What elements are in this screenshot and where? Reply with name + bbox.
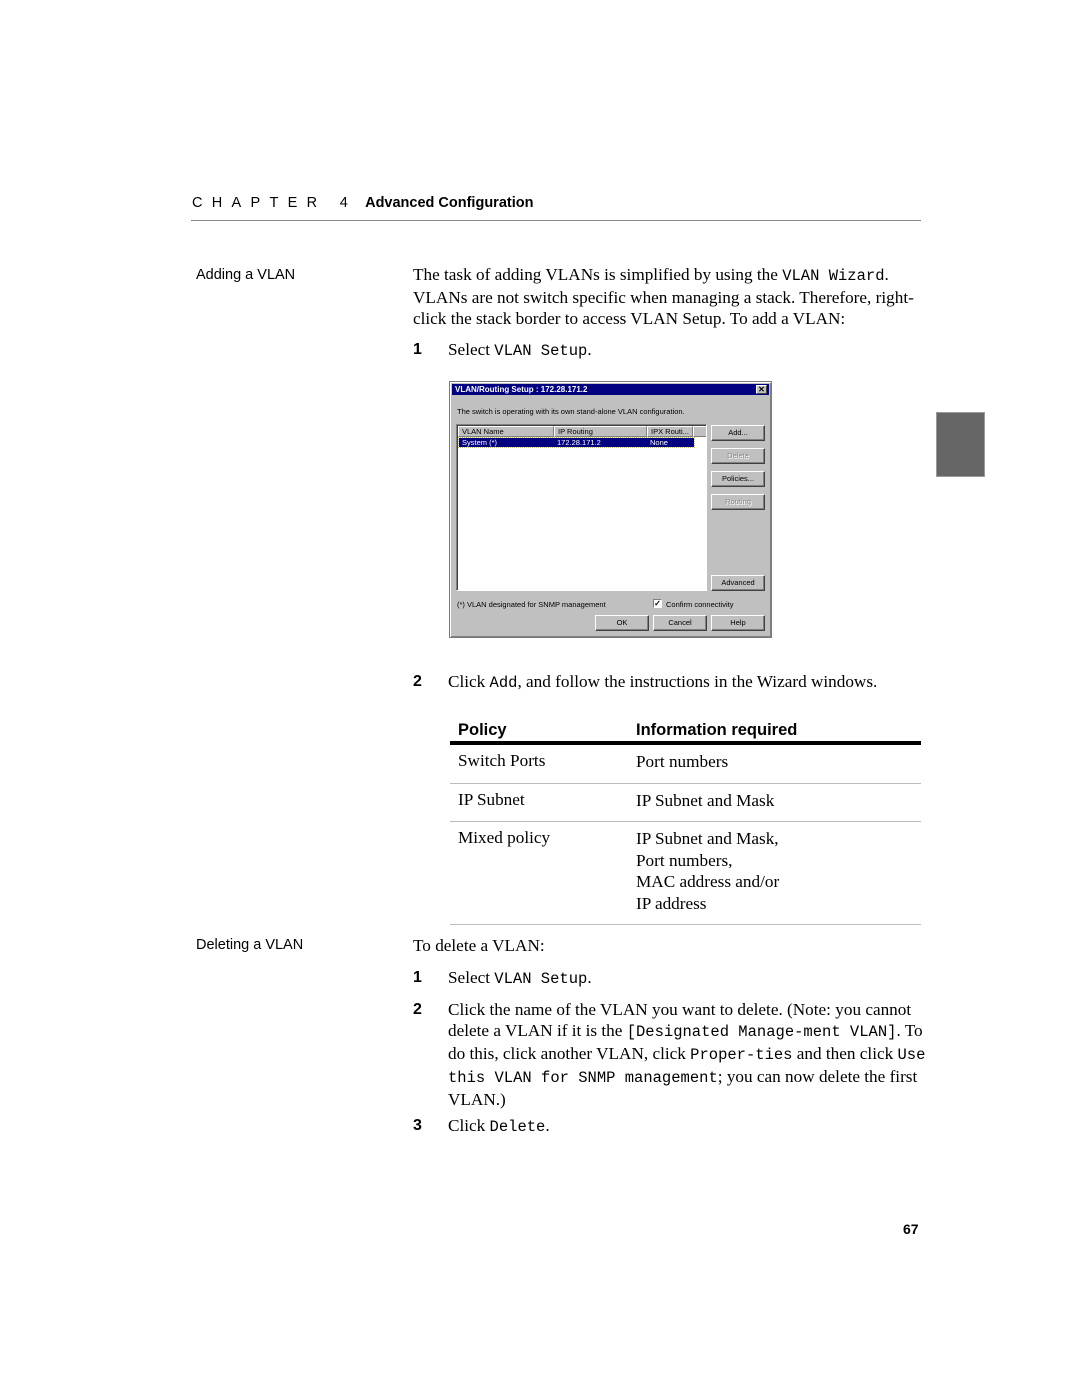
step-text: and then click — [792, 1044, 898, 1063]
column-header-ipx-routing[interactable]: IPX Routi... — [647, 426, 693, 437]
intro-code-vlan-wizard: VLAN Wizard — [782, 267, 885, 285]
step-text: Select — [448, 968, 495, 987]
deleting-step-3: 3 Click Delete. — [413, 1115, 928, 1138]
section-label-deleting: Deleting a VLAN — [196, 937, 304, 953]
deleting-step-2: 2 Click the name of the VLAN you want to… — [413, 999, 928, 1110]
cell-policy: Switch Ports — [458, 751, 546, 770]
cell-info: IP Subnet and Mask, Port numbers, MAC ad… — [636, 822, 921, 924]
table-row: Mixed policy IP Subnet and Mask, Port nu… — [450, 822, 921, 925]
step-number: 2 — [413, 1001, 422, 1018]
policies-button[interactable]: Policies... — [711, 471, 765, 487]
header-divider — [191, 220, 921, 221]
adding-intro: The task of adding VLANs is simplified b… — [413, 264, 928, 329]
close-icon[interactable]: ✕ — [756, 385, 767, 394]
chapter-label: CHAPTER 4 — [192, 195, 358, 211]
step-number: 3 — [413, 1117, 422, 1134]
cell-ip-routing: 172.28.171.2 — [557, 438, 601, 447]
step-text: . — [545, 1116, 550, 1135]
step-text: . — [587, 968, 592, 987]
deleting-intro: To delete a VLAN: — [413, 936, 545, 955]
dialog-title-bar: VLAN/Routing Setup : 172.28.171.2 ✕ — [452, 384, 769, 395]
info-line: IP Subnet and Mask — [636, 790, 775, 810]
step-text: Select — [448, 340, 495, 359]
deleting-step-1: 1 Select VLAN Setup. — [413, 967, 928, 990]
routing-button[interactable]: Routing — [711, 494, 765, 510]
cancel-button[interactable]: Cancel — [653, 615, 707, 631]
chapter-thumb-tab — [936, 412, 985, 477]
table-header: Policy Information required — [450, 718, 921, 745]
chapter-title: Advanced Configuration — [365, 195, 534, 211]
snmp-footnote: (*) VLAN designated for SNMP management — [457, 600, 606, 609]
cell-policy: Mixed policy — [458, 828, 551, 847]
page-number: 67 — [903, 1221, 919, 1237]
delete-button[interactable]: Delete — [711, 448, 765, 464]
info-line: IP address — [636, 893, 707, 913]
cell-info: Port numbers — [636, 745, 921, 783]
header-policy: Policy — [458, 721, 507, 739]
info-line: Port numbers — [636, 752, 729, 771]
column-header-filler — [693, 426, 706, 437]
info-line: IP Subnet and Mask, — [636, 829, 779, 848]
column-header-vlan-name[interactable]: VLAN Name — [458, 426, 554, 437]
cell-info: IP Subnet and Mask — [636, 784, 921, 822]
cell-vlan-name: System (*) — [462, 438, 498, 447]
column-header-ip-routing[interactable]: IP Routing — [554, 426, 647, 437]
step-code: Proper-ties — [690, 1046, 793, 1064]
vlan-list-view[interactable]: VLAN Name IP Routing IPX Routi... System… — [456, 424, 707, 591]
section-label-adding: Adding a VLAN — [196, 267, 296, 283]
list-item-selected[interactable]: System (*) 172.28.171.2 None — [458, 437, 695, 448]
step-code: Delete — [489, 1118, 546, 1136]
info-line: MAC address and/or — [636, 872, 780, 891]
vlan-routing-setup-dialog: VLAN/Routing Setup : 172.28.171.2 ✕ The … — [449, 381, 772, 638]
dialog-message: The switch is operating with its own sta… — [457, 407, 685, 416]
step-number: 1 — [413, 969, 422, 986]
step-code: VLAN Setup — [494, 970, 588, 988]
confirm-connectivity-label[interactable]: Confirm connectivity — [666, 600, 734, 609]
step-code: Add — [489, 674, 518, 692]
step-text: , and follow the instructions in the Wiz… — [517, 672, 878, 691]
cell-ipx-routing: None — [650, 438, 668, 447]
table-row: Switch Ports Port numbers — [450, 745, 921, 784]
cell-policy: IP Subnet — [458, 789, 525, 809]
policy-table: Policy Information required Switch Ports… — [450, 718, 921, 925]
table-row: IP Subnet IP Subnet and Mask — [450, 784, 921, 822]
adding-step-2: 2 Click Add, and follow the instructions… — [413, 671, 928, 694]
step-text: . — [587, 340, 592, 359]
chapter-header: CHAPTER 4 Advanced Configuration — [192, 195, 533, 211]
header-information-required: Information required — [636, 721, 798, 739]
advanced-button[interactable]: Advanced — [711, 575, 765, 591]
dialog-title: VLAN/Routing Setup : 172.28.171.2 — [455, 385, 588, 394]
step-number: 2 — [413, 673, 422, 690]
ok-button[interactable]: OK — [595, 615, 649, 631]
step-text: Click — [448, 672, 490, 691]
help-button[interactable]: Help — [711, 615, 765, 631]
step-number: 1 — [413, 341, 422, 358]
step-code: VLAN Setup — [494, 342, 588, 360]
intro-text-1: The task of adding VLANs is simplified b… — [413, 265, 783, 284]
adding-step-1: 1 Select VLAN Setup. — [413, 339, 928, 362]
confirm-connectivity-checkbox[interactable]: ✓ — [653, 599, 662, 608]
add-button[interactable]: Add... — [711, 425, 765, 441]
step-text: Click — [448, 1116, 490, 1135]
info-line: Port numbers, — [636, 850, 733, 870]
step-code: [Designated Manage-ment VLAN] — [626, 1023, 897, 1041]
